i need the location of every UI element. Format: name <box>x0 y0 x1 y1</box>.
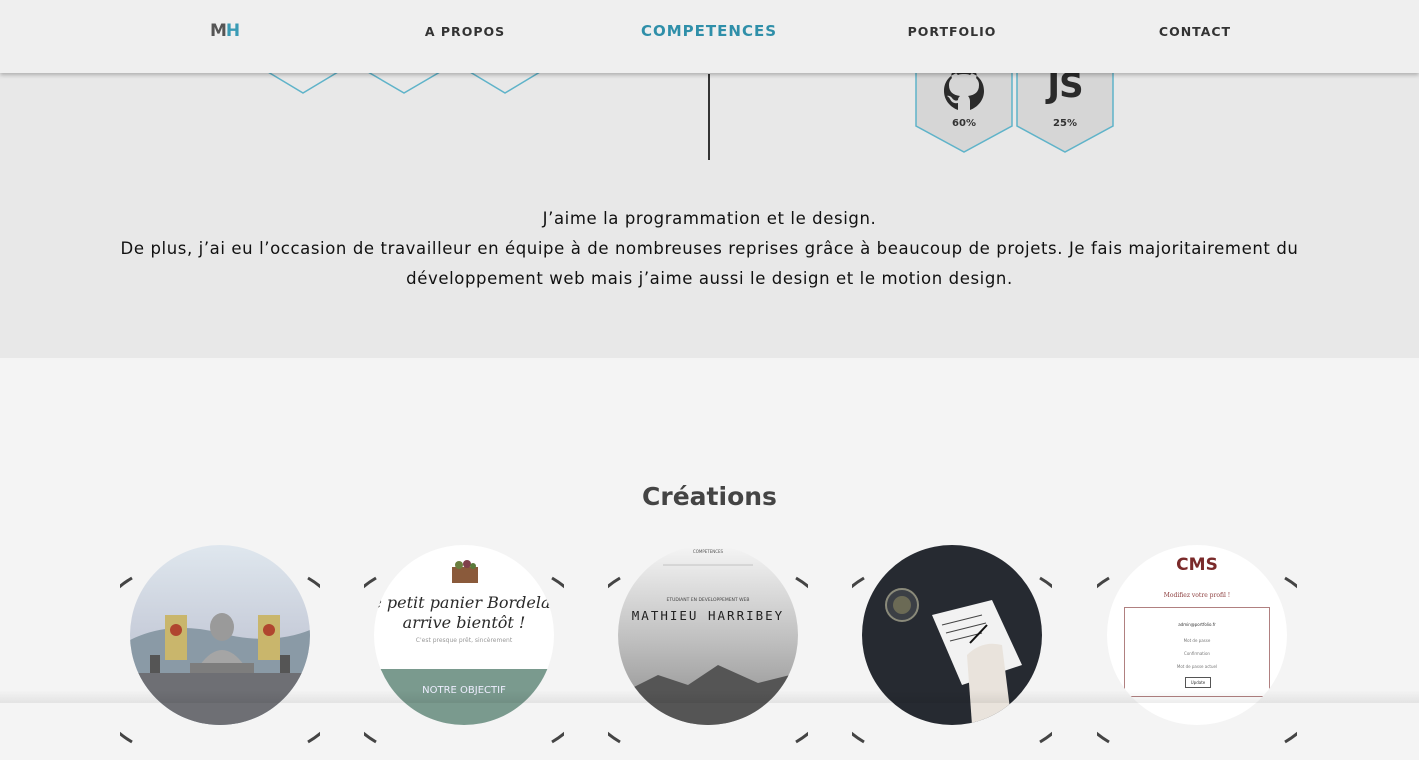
logo-h: H <box>225 21 240 41</box>
about-text: J’aime la programmation et le design. De… <box>100 204 1319 294</box>
about-line-2: De plus, j’ai eu l’occasion de travaille… <box>120 239 1299 288</box>
cms-email: admin@portfolio.fr <box>1178 622 1216 627</box>
portfolio-tag: ETUDIANT EN DEVELOPPEMENT WEB <box>666 598 750 603</box>
project-portfolio-site[interactable]: COMPETENCES ETUDIANT EN DEVELOPPEMENT WE… <box>608 545 808 745</box>
project-notebook[interactable] <box>852 545 1052 745</box>
cms-field-1: Mot de passe <box>1183 638 1211 643</box>
portfolio-title: MATHIEU HARRIBEY <box>631 608 785 623</box>
nav-portfolio[interactable]: PORTFOLIO <box>872 24 1032 39</box>
github-icon <box>944 72 984 110</box>
logo[interactable]: MH <box>210 21 240 41</box>
bottom-shadow <box>0 690 1419 703</box>
cms-update-button: Update <box>1185 677 1211 688</box>
cms-field-3: Mot de passe actuel <box>1176 664 1218 669</box>
about-line-1: J’aime la programmation et le design. <box>542 209 877 228</box>
panier-headline-1: e petit panier Bordelai <box>374 593 554 612</box>
github-percent: 60% <box>952 118 976 129</box>
project-cms[interactable]: CMS Modifiez votre profil ! admin@portfo… <box>1097 545 1297 745</box>
skill-badge-js: JS 25% <box>1016 61 1114 154</box>
project-petit-panier[interactable]: e petit panier Bordelai arrive bientôt !… <box>364 545 564 745</box>
cms-subtitle: Modifiez votre profil ! <box>1163 592 1231 599</box>
nav-a-propos[interactable]: A PROPOS <box>385 24 545 39</box>
panier-subtext: C'est presque prêt, sincèrement <box>415 637 513 644</box>
cms-field-2: Confirmation <box>1184 651 1210 656</box>
creations-title: Créations <box>642 482 777 511</box>
cms-title: CMS <box>1176 555 1218 575</box>
project-buddha[interactable] <box>120 545 320 745</box>
js-percent: 25% <box>1053 118 1077 129</box>
logo-m: M <box>210 21 227 41</box>
portfolio-top-text: COMPETENCES <box>692 549 724 554</box>
panier-headline-2: arrive bientôt ! <box>402 613 526 632</box>
basket-icon <box>452 560 478 583</box>
vertical-divider <box>708 74 710 160</box>
nav-contact[interactable]: CONTACT <box>1115 24 1275 39</box>
nav-competences[interactable]: COMPETENCES <box>629 22 789 40</box>
top-navbar: MH A PROPOS COMPETENCES PORTFOLIO CONTAC… <box>0 0 1419 73</box>
skill-badge-github: 60% <box>915 61 1013 154</box>
